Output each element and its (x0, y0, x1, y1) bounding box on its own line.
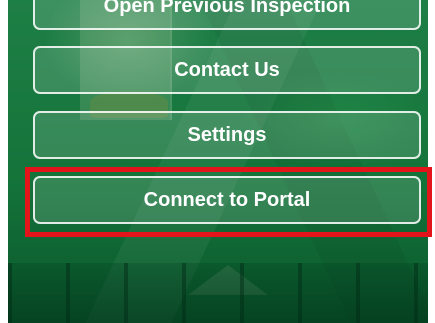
open-previous-inspection-button[interactable]: Open Previous Inspection (33, 0, 421, 30)
contact-us-button[interactable]: Contact Us (33, 46, 421, 94)
app-screen: Open Previous Inspection Contact Us Sett… (8, 0, 428, 323)
settings-button[interactable]: Settings (33, 111, 421, 159)
connect-to-portal-button[interactable]: Connect to Portal (33, 176, 421, 224)
background-brick-wall (8, 263, 428, 323)
settings-label: Settings (187, 123, 267, 146)
open-previous-inspection-label: Open Previous Inspection (103, 0, 351, 17)
connect-to-portal-label: Connect to Portal (143, 188, 311, 211)
contact-us-label: Contact Us (174, 58, 280, 81)
